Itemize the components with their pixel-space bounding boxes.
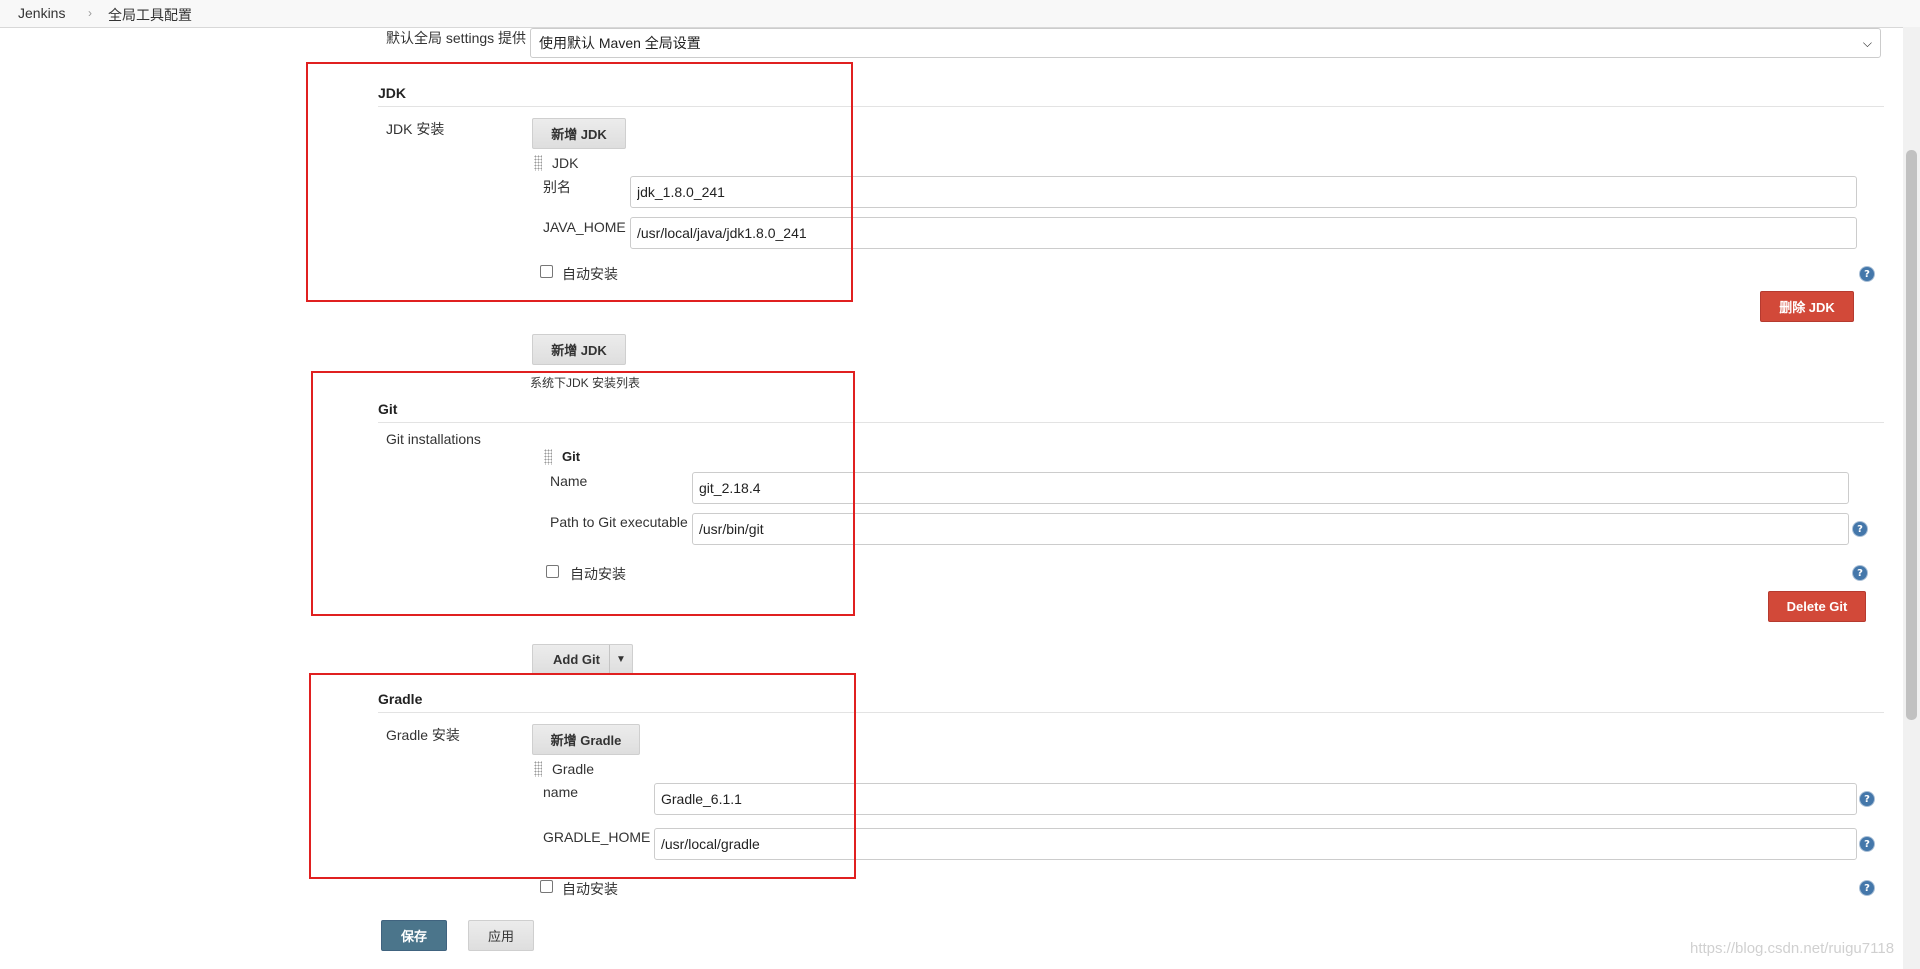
annotation-box-git xyxy=(311,371,855,616)
add-git-button-label: Add Git xyxy=(553,652,600,667)
gradle-auto-install-label: 自动安装 xyxy=(562,881,618,897)
breadcrumb-separator-icon: › xyxy=(88,6,92,20)
git-name-input[interactable] xyxy=(692,472,1849,504)
help-icon[interactable]: ? xyxy=(1860,792,1874,806)
help-icon[interactable]: ? xyxy=(1853,566,1867,580)
breadcrumb xyxy=(0,0,1920,28)
delete-git-button[interactable]: Delete Git xyxy=(1768,591,1866,622)
breadcrumb-item-jenkins[interactable]: Jenkins xyxy=(18,5,65,21)
annotation-box-jdk xyxy=(306,62,853,302)
add-jdk-button-bottom[interactable]: 新增 JDK xyxy=(532,334,626,365)
save-button[interactable]: 保存 xyxy=(381,920,447,951)
apply-button[interactable]: 应用 xyxy=(468,920,534,951)
add-git-button[interactable]: Add Git ▼ xyxy=(532,644,633,675)
chevron-down-icon: ⌵ xyxy=(1862,35,1872,50)
caret-down-icon[interactable]: ▼ xyxy=(609,645,632,674)
scrollbar-thumb[interactable] xyxy=(1906,150,1917,720)
annotation-box-gradle xyxy=(309,673,856,879)
help-icon[interactable]: ? xyxy=(1860,267,1874,281)
git-path-input[interactable] xyxy=(692,513,1849,545)
breadcrumb-item-global-tools[interactable]: 全局工具配置 xyxy=(108,5,192,25)
help-icon[interactable]: ? xyxy=(1853,522,1867,536)
maven-settings-select[interactable]: 使用默认 Maven 全局设置 ⌵ xyxy=(530,28,1881,58)
help-icon[interactable]: ? xyxy=(1860,881,1874,895)
maven-settings-select-value: 使用默认 Maven 全局设置 xyxy=(539,35,701,51)
help-icon[interactable]: ? xyxy=(1860,837,1874,851)
watermark-text: https://blog.csdn.net/ruigu7118 xyxy=(1690,940,1895,957)
delete-jdk-button[interactable]: 删除 JDK xyxy=(1760,291,1854,322)
maven-settings-label: 默认全局 settings 提供 xyxy=(386,30,527,46)
gradle-auto-install-checkbox[interactable] xyxy=(540,880,553,893)
